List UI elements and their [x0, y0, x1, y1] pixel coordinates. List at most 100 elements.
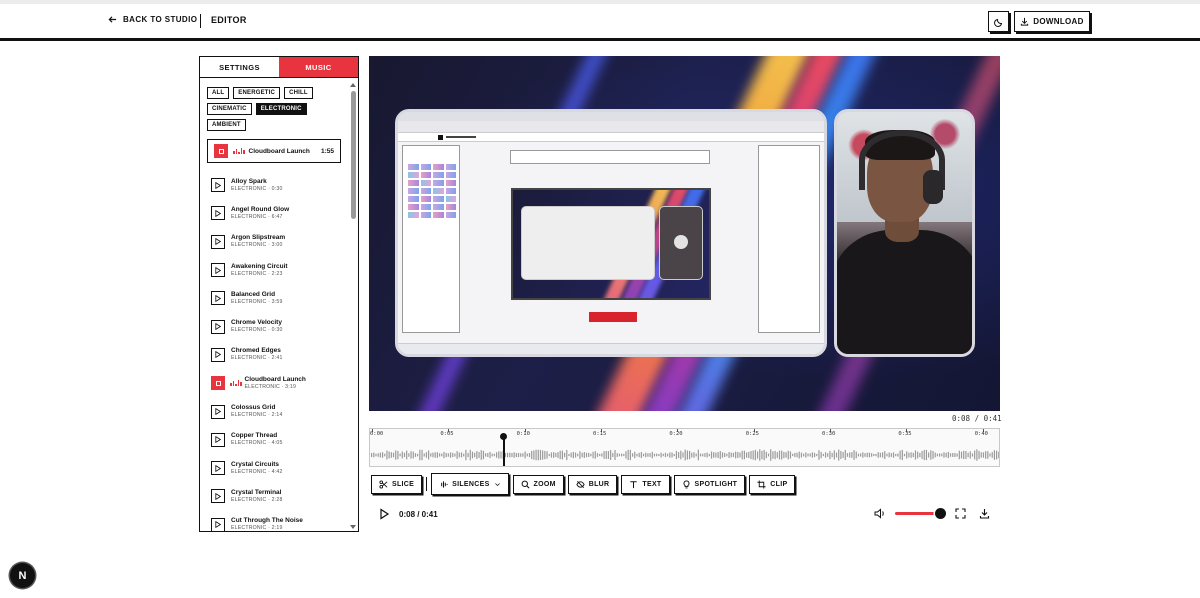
track-genre-duration: ELECTRONIC · 2:14	[231, 412, 283, 419]
play-icon[interactable]	[211, 461, 225, 476]
scroll-thumb[interactable]	[350, 91, 356, 219]
track-meta: Cloudboard Launch ELECTRONIC · 3:19	[245, 376, 306, 391]
track-meta: Chromed Edges ELECTRONIC · 2:41	[231, 347, 283, 362]
silences-dropdown[interactable]: SILENCES	[431, 473, 509, 495]
eye-off-icon	[576, 480, 585, 488]
editor-header: BACK TO STUDIO EDITOR DOWNLOAD	[0, 4, 1200, 38]
track-item[interactable]: Awakening Circuit ELECTRONIC · 2:23	[211, 256, 341, 284]
track-item[interactable]: Colossus Grid ELECTRONIC · 2:14	[211, 397, 341, 425]
playback-time: 0:08 / 0:41	[399, 510, 438, 519]
track-item[interactable]: Chromed Edges ELECTRONIC · 2:41	[211, 341, 341, 369]
track-name: Cloudboard Launch	[244, 375, 306, 383]
play-icon[interactable]	[211, 263, 225, 278]
timeline-tick-label: 0:10	[516, 431, 530, 437]
blur-button[interactable]: BLUR	[567, 474, 618, 494]
theme-toggle-button[interactable]	[988, 11, 1009, 32]
sidebar-scrollbar[interactable]	[349, 79, 357, 531]
filter-chill[interactable]: CHILL	[284, 87, 313, 99]
track-genre-duration: ELECTRONIC · 3:59	[231, 298, 283, 305]
filter-cinematic[interactable]: CINEMATIC	[207, 103, 252, 115]
filter-ambient[interactable]: AMBIENT	[207, 119, 246, 131]
track-genre-duration: ELECTRONIC · 2:41	[231, 355, 283, 362]
play-icon[interactable]	[211, 291, 225, 306]
track-item[interactable]: Crystal Circuits ELECTRONIC · 4:42	[211, 454, 341, 482]
play-icon[interactable]	[211, 347, 225, 362]
track-genre-duration: ELECTRONIC · 2:19	[231, 525, 283, 532]
current-track[interactable]: Cloudboard Launch 1:55	[207, 139, 341, 163]
scroll-down-arrow-icon[interactable]	[350, 525, 356, 529]
play-icon[interactable]	[378, 508, 390, 520]
filter-all[interactable]: ALL	[207, 87, 230, 99]
track-name: Angel Round Glow	[231, 205, 290, 213]
play-icon[interactable]	[211, 404, 225, 419]
play-icon[interactable]	[211, 234, 225, 249]
webcam-frame	[834, 109, 975, 357]
audio-waveform	[370, 449, 999, 461]
track-meta: Awakening Circuit ELECTRONIC · 2:23	[231, 263, 288, 278]
filter-energetic[interactable]: ENERGETIC	[233, 87, 281, 99]
track-name: Crystal Circuits	[231, 460, 280, 468]
text-icon	[630, 480, 638, 488]
track-item[interactable]: Argon Slipstream ELECTRONIC · 3:00	[211, 228, 341, 256]
track-meta: Balanced Grid ELECTRONIC · 3:59	[231, 291, 283, 306]
track-item[interactable]: Crystal Terminal ELECTRONIC · 2:28	[211, 482, 341, 510]
video-preview[interactable]	[369, 56, 1000, 411]
track-genre-duration: ELECTRONIC · 2:28	[231, 496, 283, 503]
track-meta: Copper Thread ELECTRONIC · 4:05	[231, 432, 283, 447]
filter-electronic[interactable]: ELECTRONIC	[255, 103, 307, 115]
playhead-handle[interactable]	[500, 433, 507, 440]
volume-slider-handle[interactable]	[935, 508, 946, 519]
volume-icon[interactable]	[874, 508, 886, 519]
download-button[interactable]: DOWNLOAD	[1014, 11, 1090, 32]
music-sidebar: SETTINGS MUSIC ALL ENERGETIC CHILL CINEM…	[199, 56, 359, 532]
track-item[interactable]: Alloy Spark ELECTRONIC · 0:30	[211, 171, 341, 199]
zoom-button[interactable]: ZOOM	[512, 474, 564, 494]
crop-icon	[757, 479, 766, 489]
track-genre-duration: ELECTRONIC · 3:19	[244, 383, 297, 390]
track-list: Alloy Spark ELECTRONIC · 0:30 Angel Round …	[211, 171, 341, 532]
back-to-studio-link[interactable]: BACK TO STUDIO	[108, 15, 197, 24]
timeline[interactable]: 0:00 0:05 0:10 0:15 0:20 0:25 0:30 0:35 0:40	[369, 428, 1000, 467]
track-name: Argon Slipstream	[231, 234, 286, 242]
track-item[interactable]: Copper Thread ELECTRONIC · 4:05	[211, 426, 341, 454]
track-name: Balanced Grid	[231, 290, 276, 298]
blur-label: BLUR	[588, 480, 610, 488]
tab-settings[interactable]: SETTINGS	[200, 57, 279, 77]
track-name: Awakening Circuit	[231, 262, 288, 270]
sidebar-tabs: SETTINGS MUSIC	[200, 57, 358, 78]
tab-music[interactable]: MUSIC	[279, 57, 358, 77]
clip-button[interactable]: CLIP	[749, 474, 796, 494]
text-button[interactable]: TEXT	[621, 474, 670, 494]
current-track-duration: 1:55	[320, 147, 334, 155]
track-meta: Crystal Circuits ELECTRONIC · 4:42	[231, 461, 283, 476]
play-icon[interactable]	[211, 178, 225, 193]
play-icon[interactable]	[211, 517, 225, 531]
zoom-label: ZOOM	[533, 480, 556, 488]
play-icon[interactable]	[211, 489, 225, 504]
track-genre-duration: ELECTRONIC · 4:05	[231, 440, 283, 447]
play-icon[interactable]	[211, 432, 225, 447]
text-label: TEXT	[642, 480, 662, 488]
track-item[interactable]: Balanced Grid ELECTRONIC · 3:59	[211, 284, 341, 312]
track-meta: Argon Slipstream ELECTRONIC · 3:00	[231, 234, 285, 249]
track-item[interactable]: Cloudboard Launch ELECTRONIC · 3:19	[211, 369, 341, 397]
play-icon[interactable]	[211, 206, 225, 221]
framework-badge[interactable]: N	[10, 563, 35, 588]
track-meta: Chrome Velocity ELECTRONIC · 0:30	[231, 319, 283, 334]
screen-recording-frame	[395, 109, 827, 357]
scroll-up-arrow-icon[interactable]	[350, 83, 356, 87]
download-label: DOWNLOAD	[1033, 17, 1084, 26]
track-item[interactable]: Cut Through The Noise ELECTRONIC · 2:19	[211, 511, 341, 532]
track-genre-duration: ELECTRONIC · 0:30	[231, 327, 283, 334]
timeline-tick-label: 0:20	[669, 431, 683, 437]
track-item[interactable]: Angel Round Glow ELECTRONIC · 6:47	[211, 199, 341, 227]
timeline-tick-label: 0:30	[822, 431, 836, 437]
track-item[interactable]: Chrome Velocity ELECTRONIC · 0:30	[211, 312, 341, 340]
slice-button[interactable]: SLICE	[371, 474, 423, 494]
play-icon[interactable]	[211, 319, 225, 334]
spotlight-button[interactable]: SPOTLIGHT	[673, 474, 746, 494]
timeline-tick-label: 0:40	[974, 431, 988, 437]
download-video-icon[interactable]	[979, 508, 990, 519]
track-meta: Crystal Terminal ELECTRONIC · 2:28	[231, 489, 283, 504]
fullscreen-icon[interactable]	[955, 508, 966, 519]
